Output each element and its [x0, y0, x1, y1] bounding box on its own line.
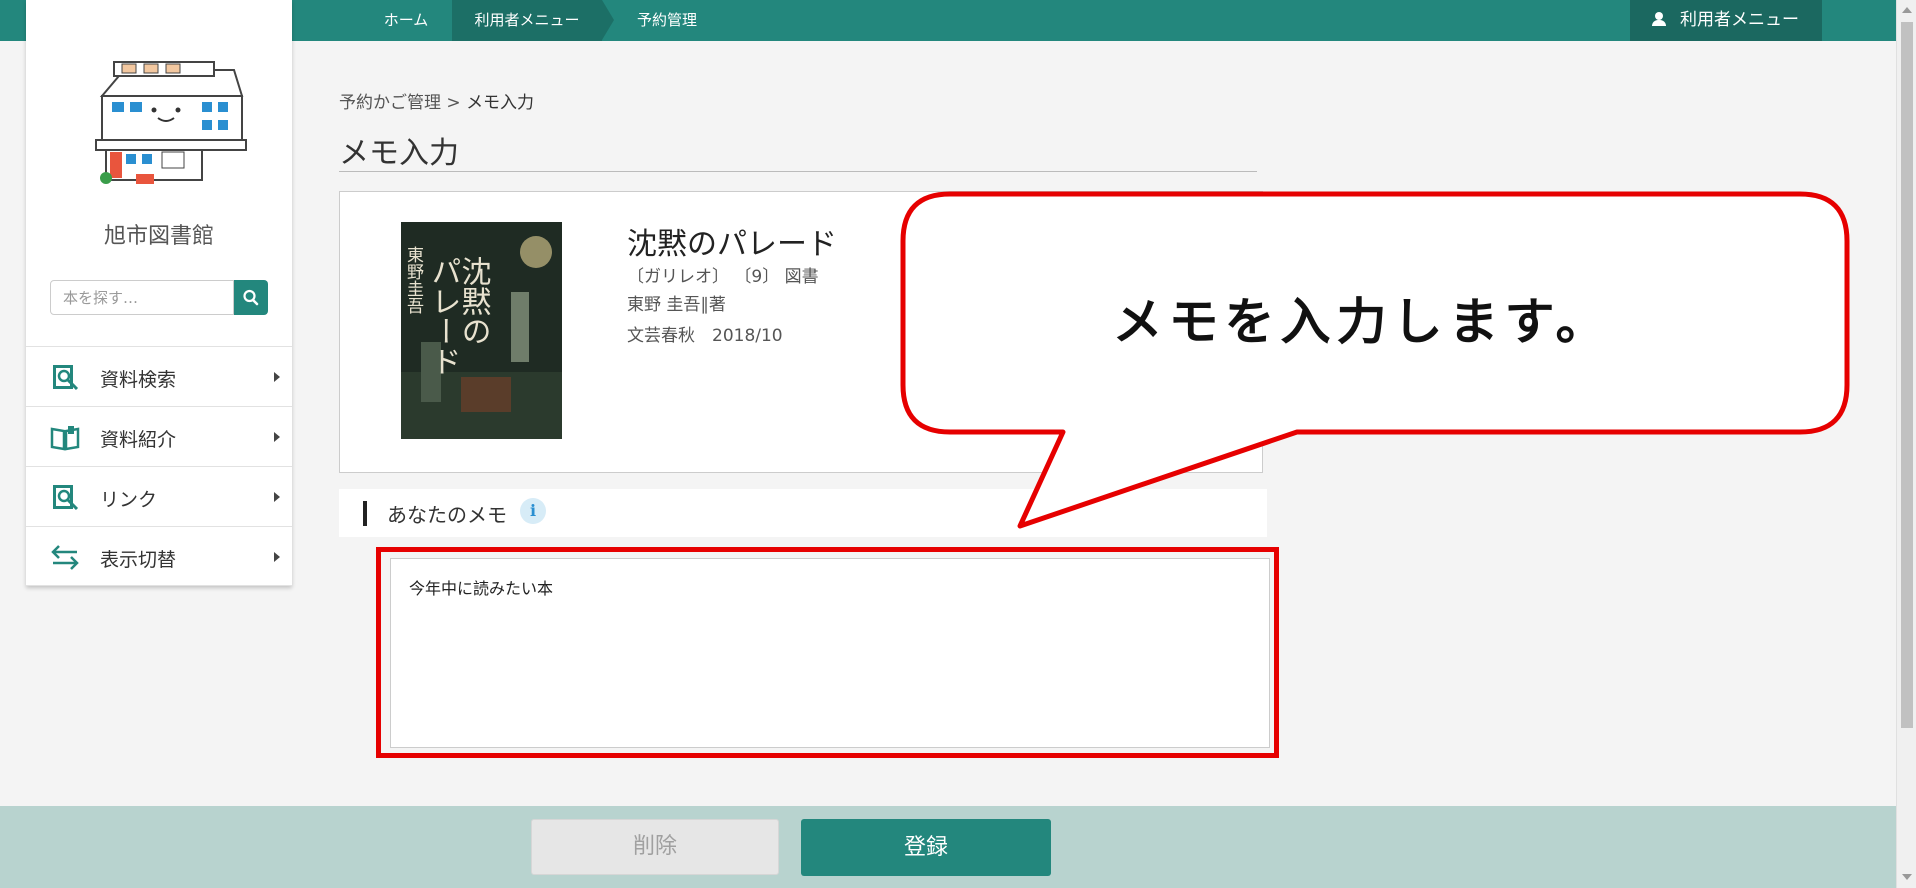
cover-title-text: 沈黙の — [456, 256, 491, 346]
user-icon — [1652, 12, 1666, 26]
search-input[interactable] — [50, 280, 234, 315]
library-name: 旭市図書館 — [103, 224, 214, 249]
open-book-icon — [50, 426, 80, 451]
top-breadcrumb: ホーム 利用者メニュー 予約管理 — [360, 0, 732, 41]
link-search-icon — [53, 485, 79, 511]
info-icon[interactable]: i — [520, 498, 546, 524]
user-menu-label: 利用者メニュー — [1680, 10, 1799, 30]
cover-author-text: 東野圭吾 — [403, 246, 424, 314]
memo-textarea[interactable]: 今年中に読みたい本 — [390, 558, 1270, 748]
vertical-scrollbar[interactable] — [1896, 0, 1916, 888]
scroll-down-arrow-icon[interactable] — [1902, 874, 1912, 880]
delete-button[interactable]: 削除 — [531, 819, 779, 875]
scrollbar-thumb[interactable] — [1901, 22, 1913, 728]
book-search-icon — [53, 365, 79, 391]
book-title: 沈黙のパレード — [627, 227, 837, 262]
swap-arrows-icon — [51, 545, 79, 570]
sidebar-item-label: リンク — [100, 489, 158, 511]
breadcrumb-parent-link[interactable]: 予約かご管理 — [339, 93, 441, 113]
sidebar-item-links[interactable]: リンク — [26, 466, 292, 526]
sidebar-item-label: 資料検索 — [100, 369, 177, 391]
cover-title-text-2: パレード — [426, 256, 461, 376]
library-logo[interactable] — [82, 56, 262, 192]
nav-user-menu-link[interactable]: 利用者メニュー — [452, 0, 614, 41]
memo-section-header: あなたのメモ i — [339, 489, 1267, 537]
breadcrumb-separator: > — [446, 93, 461, 113]
page-title: メモ入力 — [339, 136, 459, 171]
book-author: 東野 圭吾∥著 — [627, 295, 726, 315]
chevron-right-icon — [274, 552, 280, 562]
search-button[interactable] — [234, 280, 268, 315]
sidebar-item-label: 表示切替 — [100, 549, 177, 571]
sidebar-item-material-intro[interactable]: 資料紹介 — [26, 406, 292, 466]
book-series: 〔ガリレオ〕 〔9〕 図書 — [627, 267, 819, 287]
chevron-right-icon — [274, 372, 280, 382]
sidebar-item-material-search[interactable]: 資料検索 — [26, 346, 292, 406]
user-menu-button[interactable]: 利用者メニュー — [1630, 0, 1822, 41]
sidebar-item-label: 資料紹介 — [100, 429, 177, 451]
chevron-right-icon — [274, 492, 280, 502]
breadcrumb-current: メモ入力 — [466, 93, 535, 113]
search-box — [50, 280, 268, 315]
book-cover-image[interactable]: 沈黙の パレード 東野圭吾 — [401, 222, 562, 439]
breadcrumb: 予約かご管理 > メモ入力 — [339, 88, 534, 113]
book-publisher: 文芸春秋 2018/10 — [627, 326, 783, 346]
chevron-right-icon — [274, 432, 280, 442]
memo-highlight-frame: 今年中に読みたい本 — [376, 547, 1279, 758]
sidebar-item-display-switch[interactable]: 表示切替 — [26, 526, 292, 586]
title-divider — [339, 171, 1257, 172]
register-button[interactable]: 登録 — [801, 819, 1051, 876]
scroll-up-arrow-icon[interactable] — [1902, 7, 1912, 13]
book-card: 沈黙の パレード 東野圭吾 沈黙のパレード 〔ガリレオ〕 〔9〕 図書 東野 圭… — [339, 191, 1263, 473]
sidebar-nav: 資料検索 資料紹介 リンク 表示切替 — [26, 346, 292, 586]
nav-reservation-link[interactable]: 予約管理 — [602, 0, 732, 41]
search-icon — [243, 289, 259, 306]
section-marker — [363, 501, 367, 526]
nav-home-link[interactable]: ホーム — [360, 0, 452, 41]
sidebar: 旭市図書館 資料検索 資料紹介 — [26, 0, 292, 586]
memo-label: あなたのメモ — [387, 503, 507, 527]
book-cover-art: 沈黙の パレード 東野圭吾 — [401, 222, 562, 439]
footer-action-bar: 削除 登録 — [0, 806, 1896, 888]
